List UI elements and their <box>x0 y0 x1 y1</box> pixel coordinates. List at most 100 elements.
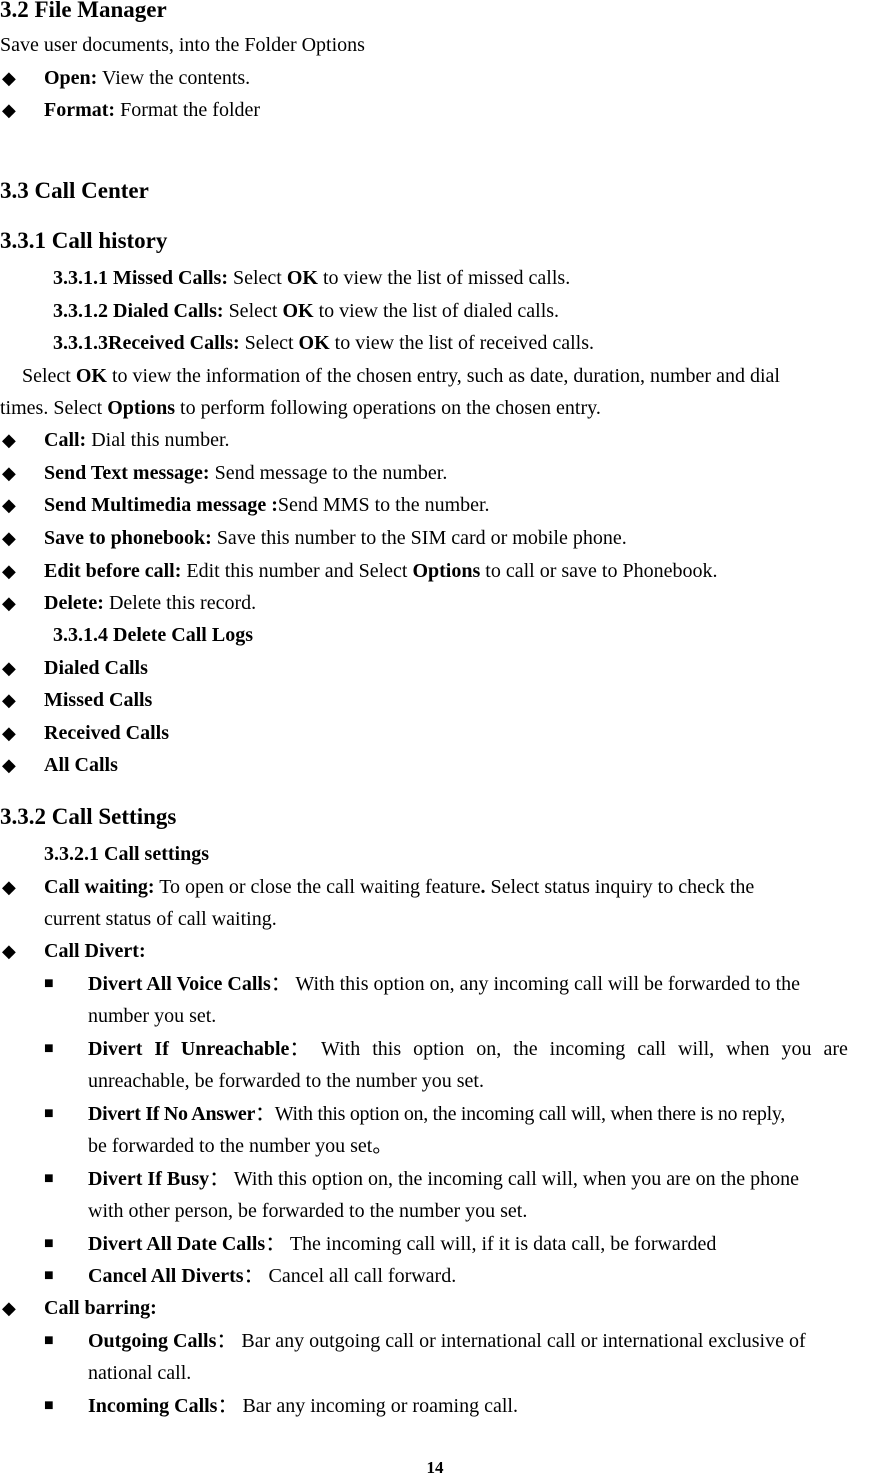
subitem-label: 3.3.1.2 Dialed Calls: <box>53 300 224 322</box>
item-label: Call: <box>44 429 87 451</box>
diamond-bullet-icon: ◆ <box>2 68 16 88</box>
sub-item-label: Incoming Calls <box>88 1395 218 1417</box>
sub-item-text: Bar any incoming or roaming call. <box>237 1395 518 1417</box>
subitem-label: 3.3.1.3Received Calls: <box>53 332 240 354</box>
sub-item-text: with other person, be forwarded to the n… <box>88 1200 528 1222</box>
sub-item-text: With this option on, the incoming call w… <box>309 1038 848 1060</box>
options-keyword: Options <box>107 397 176 419</box>
sub-item-text: unreachable, be forwarded to the number … <box>88 1070 484 1092</box>
separator: ： <box>289 1038 310 1060</box>
diamond-bullet-icon: ◆ <box>2 1298 16 1318</box>
item-label: Format: <box>44 99 116 121</box>
sub-item-text: With this option on, the incoming call w… <box>229 1168 799 1190</box>
paragraph-text: times. Select <box>0 397 108 419</box>
diamond-bullet-icon: ◆ <box>2 430 16 450</box>
square-bullet-icon: ■ <box>44 1170 54 1187</box>
page-number: 14 <box>426 1458 444 1477</box>
separator: ： <box>255 1103 275 1125</box>
item-label: Send Multimedia message : <box>44 494 278 516</box>
sub-item-text: national call. <box>88 1362 192 1384</box>
separator: ： <box>209 1168 230 1190</box>
item-label: Send Text message: <box>44 462 210 484</box>
sub-item-label: Outgoing Calls <box>88 1330 217 1352</box>
diamond-bullet-icon: ◆ <box>2 528 16 548</box>
sub-item-text: number you set. <box>88 1005 217 1027</box>
item-text: Save this number to the SIM card or mobi… <box>211 527 627 549</box>
square-bullet-icon: ■ <box>44 975 54 992</box>
subsection-title-call-settings: 3.3.2.1 Call settings <box>44 843 209 865</box>
sub-item-label: Cancel All Diverts <box>88 1265 244 1287</box>
paragraph-text: to view the information of the chosen en… <box>107 365 780 387</box>
item-text: Format the folder <box>115 99 261 121</box>
ok-keyword: OK <box>75 365 107 387</box>
section-title-call-history: 3.3.1 Call history <box>0 228 168 253</box>
item-label: Save to phonebook: <box>44 527 212 549</box>
subsection-title-delete-call-logs: 3.3.1.4 Delete Call Logs <box>53 624 253 646</box>
subitem-text: to view the list of received calls. <box>329 332 594 354</box>
section-title-call-center: 3.3 Call Center <box>0 178 149 203</box>
item-label: Edit before call: <box>44 560 182 582</box>
subitem-label: 3.3.1.1 Missed Calls: <box>53 267 228 289</box>
item-label: All Calls <box>44 754 118 776</box>
subitem-text: Select <box>239 332 299 354</box>
sub-item-label: Divert All Voice Calls <box>88 973 271 995</box>
subitem-dialed-calls: 3.3.1.2 Dialed Calls: Select OK to view … <box>53 299 559 323</box>
sub-item-text: With this option on, any incoming call w… <box>290 973 801 995</box>
square-bullet-icon: ■ <box>44 1235 54 1252</box>
paragraph-line-2: times. Select Options to perform followi… <box>0 396 601 420</box>
paragraph-line-1: Select OK to view the information of the… <box>22 364 780 388</box>
paragraph-text: Select <box>22 365 76 387</box>
sub-item-label: Divert All Date Calls <box>88 1233 266 1255</box>
square-bullet-icon: ■ <box>44 1267 54 1284</box>
diamond-bullet-icon: ◆ <box>2 100 16 120</box>
item-label: Call barring: <box>44 1297 157 1319</box>
item-label: Dialed Calls <box>44 657 148 679</box>
item-text: Send message to the number. <box>209 462 448 484</box>
diamond-bullet-icon: ◆ <box>2 877 16 897</box>
subitem-missed-calls: 3.3.1.1 Missed Calls: Select OK to view … <box>53 266 570 290</box>
file-manager-intro: Save user documents, into the Folder Opt… <box>0 34 365 56</box>
square-bullet-icon: ■ <box>44 1397 54 1414</box>
diamond-bullet-icon: ◆ <box>2 463 16 483</box>
sub-item-text: The incoming call will, if it is data ca… <box>285 1233 717 1255</box>
item-text: View the contents. <box>97 67 251 89</box>
item-label: Received Calls <box>44 722 169 744</box>
item-label: Delete: <box>44 592 104 614</box>
diamond-bullet-icon: ◆ <box>2 755 16 775</box>
section-title-file-manager: 3.2 File Manager <box>0 0 167 22</box>
separator: ： <box>243 1265 264 1287</box>
ok-keyword: OK <box>282 300 314 322</box>
diamond-bullet-icon: ◆ <box>2 495 16 515</box>
item-text: Edit this number and Select <box>181 560 413 582</box>
diamond-bullet-icon: ◆ <box>2 593 16 613</box>
square-bullet-icon: ■ <box>44 1040 54 1057</box>
item-text: Delete this record. <box>103 592 257 614</box>
square-bullet-icon: ■ <box>44 1105 54 1122</box>
item-text: Dial this number. <box>86 429 230 451</box>
subitem-received-calls: 3.3.1.3Received Calls: Select OK to view… <box>53 331 594 355</box>
diamond-bullet-icon: ◆ <box>2 723 16 743</box>
sub-item-text: Cancel all call forward. <box>263 1265 457 1287</box>
diamond-bullet-icon: ◆ <box>2 658 16 678</box>
item-label: Call Divert: <box>44 940 146 962</box>
sub-item-text: With this option on, the incoming call w… <box>274 1103 785 1125</box>
sub-item-label: Divert If No Answer <box>88 1103 256 1125</box>
call-waiting-line-1: Call waiting: To open or close the call … <box>44 875 866 899</box>
diamond-bullet-icon: ◆ <box>2 561 16 581</box>
section-title-call-settings: 3.3.2 Call Settings <box>0 804 177 829</box>
item-text: Select status inquiry to check the <box>485 876 755 898</box>
item-text: Send MMS to the number. <box>277 494 490 516</box>
item-text: To open or close the call waiting featur… <box>154 876 481 898</box>
sub-item-label: Divert If Busy <box>88 1168 210 1190</box>
square-bullet-icon: ■ <box>44 1332 54 1349</box>
separator: ： <box>270 973 291 995</box>
options-keyword: Options <box>412 560 481 582</box>
item-label: Call waiting: <box>44 876 155 898</box>
subitem-text: Select <box>223 300 283 322</box>
ok-keyword: OK <box>298 332 330 354</box>
subitem-text: to view the list of dialed calls. <box>313 300 560 322</box>
subitem-text: Select <box>228 267 287 289</box>
diamond-bullet-icon: ◆ <box>2 941 16 961</box>
separator: ： <box>217 1395 238 1417</box>
separator: ： <box>265 1233 286 1255</box>
